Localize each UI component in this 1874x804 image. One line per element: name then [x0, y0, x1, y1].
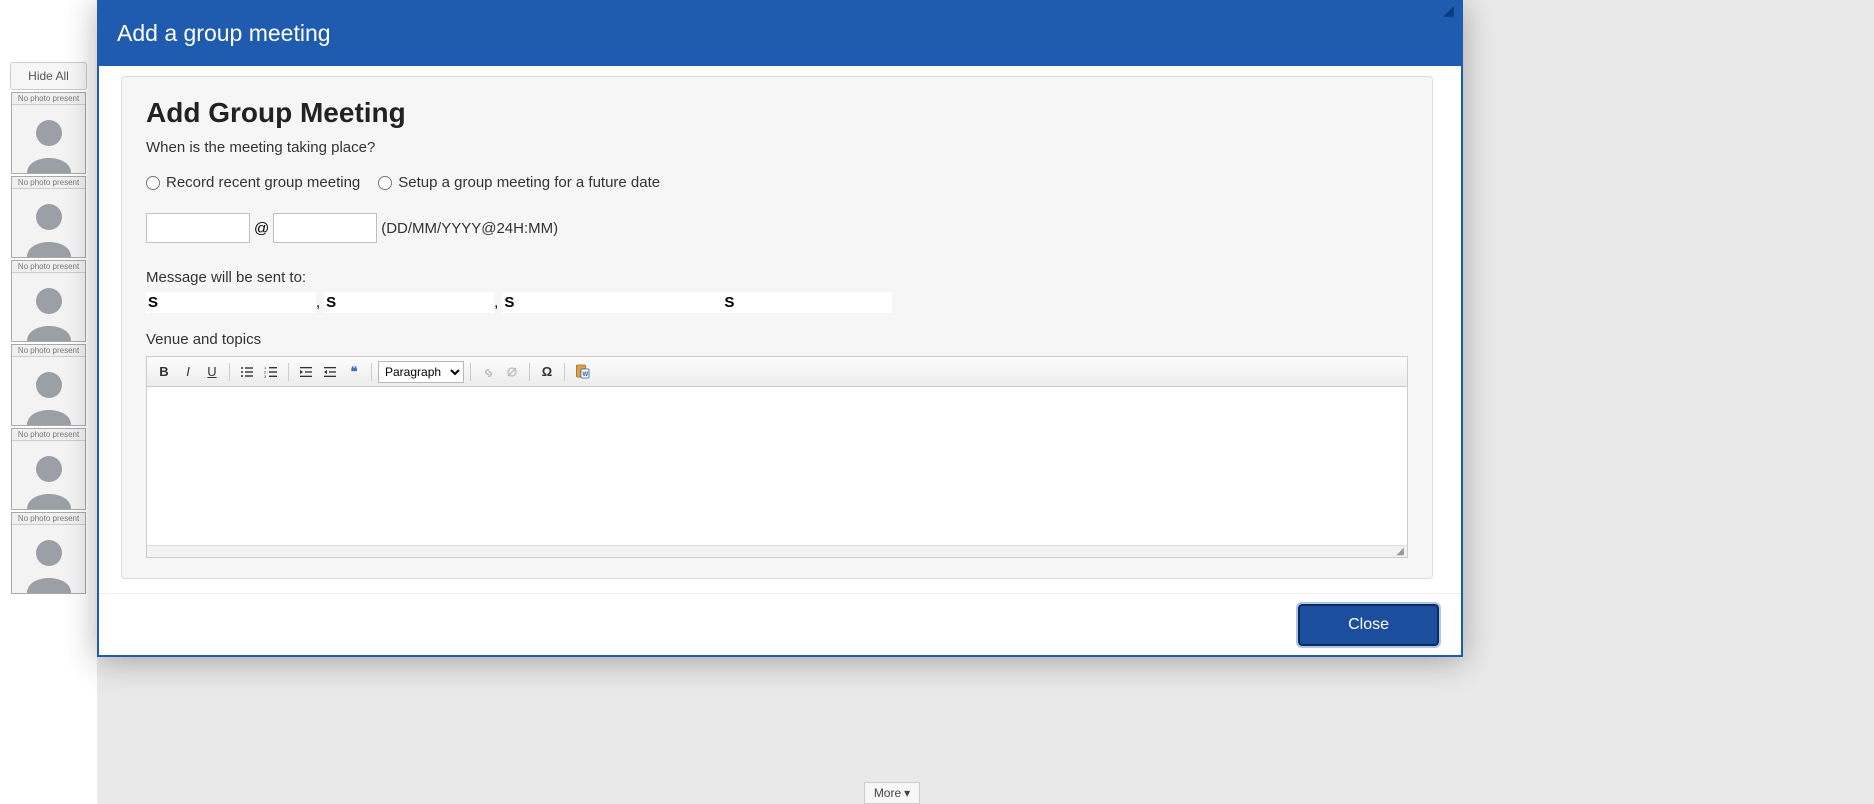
caret-down-icon: ▾ [904, 786, 910, 800]
blockquote-icon[interactable]: ❝ [343, 361, 365, 383]
radio-recent[interactable] [146, 176, 160, 190]
meeting-type-radios: Record recent group meeting Setup a grou… [146, 174, 1408, 191]
format-select[interactable]: Paragraph [378, 361, 464, 383]
editor-resize-handle[interactable]: ◢ [147, 545, 1407, 557]
student-card[interactable]: No photo present [11, 344, 86, 426]
modal-footer: Close [99, 593, 1461, 655]
student-card[interactable]: No photo present [11, 260, 86, 342]
modal-add-group-meeting: Add a group meeting ◢ Add Group Meeting … [97, 0, 1463, 657]
date-format-hint: (DD/MM/YYYY@24H:MM) [381, 220, 558, 237]
bold-icon[interactable]: B [153, 361, 175, 383]
outdent-icon[interactable] [295, 361, 317, 383]
italic-icon[interactable]: I [177, 361, 199, 383]
avatar-placeholder-icon [12, 189, 85, 257]
radio-future-label[interactable]: Setup a group meeting for a future date [378, 174, 660, 191]
toolbar-separator [288, 363, 289, 381]
resize-icon[interactable]: ◢ [1443, 2, 1457, 16]
underline-icon[interactable]: U [201, 361, 223, 383]
toolbar-separator [371, 363, 372, 381]
no-photo-label: No photo present [12, 513, 85, 525]
student-card[interactable]: No photo present [11, 428, 86, 510]
link-icon[interactable] [477, 361, 499, 383]
recipients-row: S , S , S S [146, 292, 1408, 313]
modal-title: Add a group meeting [117, 20, 331, 47]
form-panel: Add Group Meeting When is the meeting ta… [121, 76, 1433, 579]
avatar-placeholder-icon [12, 273, 85, 341]
recipient-3: S [502, 292, 722, 313]
avatar-placeholder-icon [12, 357, 85, 425]
radio-future[interactable] [378, 176, 392, 190]
date-field[interactable] [146, 213, 250, 243]
numbered-list-icon[interactable]: 123 [260, 361, 282, 383]
avatar-placeholder-icon [12, 525, 85, 593]
radio-recent-label[interactable]: Record recent group meeting [146, 174, 360, 191]
editor-textarea[interactable] [147, 387, 1407, 545]
modal-scroll[interactable]: Add Group Meeting When is the meeting ta… [109, 76, 1451, 583]
datetime-row: @ (DD/MM/YYYY@24H:MM) [146, 213, 1408, 243]
no-photo-label: No photo present [12, 93, 85, 105]
toolbar-separator [564, 363, 565, 381]
no-photo-label: No photo present [12, 345, 85, 357]
more-dropdown[interactable]: More ▾ [864, 782, 920, 804]
toolbar-separator [529, 363, 530, 381]
avatar-placeholder-icon [12, 441, 85, 509]
unlink-icon[interactable] [501, 361, 523, 383]
no-photo-label: No photo present [12, 261, 85, 273]
editor-toolbar: B I U 123 [147, 357, 1407, 387]
recipients-label: Message will be sent to: [146, 269, 1408, 286]
recipient-1: S [146, 292, 316, 313]
toolbar-separator [470, 363, 471, 381]
page-title: Add Group Meeting [146, 97, 1408, 129]
hide-all-button[interactable]: Hide All [10, 62, 87, 90]
toolbar-separator [229, 363, 230, 381]
sidebar: Hide All No photo present No photo prese… [0, 0, 97, 804]
recipient-2: S [324, 292, 494, 313]
venue-label: Venue and topics [146, 331, 1408, 348]
bullet-list-icon[interactable] [236, 361, 258, 383]
special-char-icon[interactable]: Ω [536, 361, 558, 383]
svg-text:W: W [582, 372, 588, 378]
close-button[interactable]: Close [1298, 604, 1439, 646]
modal-body: Add Group Meeting When is the meeting ta… [99, 66, 1461, 593]
indent-icon[interactable] [319, 361, 341, 383]
at-symbol: @ [254, 220, 269, 237]
student-card[interactable]: No photo present [11, 176, 86, 258]
svg-text:3: 3 [264, 374, 267, 379]
paste-word-icon[interactable]: W [571, 361, 593, 383]
no-photo-label: No photo present [12, 429, 85, 441]
rich-text-editor: B I U 123 [146, 356, 1408, 558]
avatar-placeholder-icon [12, 105, 85, 173]
student-card[interactable]: No photo present [11, 92, 86, 174]
recipient-4: S [722, 292, 892, 313]
recipient-sep: , [494, 294, 498, 311]
modal-header: Add a group meeting ◢ [99, 0, 1461, 66]
question-text: When is the meeting taking place? [146, 139, 1408, 156]
student-card[interactable]: No photo present [11, 512, 86, 594]
recipient-sep: , [316, 294, 320, 311]
no-photo-label: No photo present [12, 177, 85, 189]
time-field[interactable] [273, 213, 377, 243]
